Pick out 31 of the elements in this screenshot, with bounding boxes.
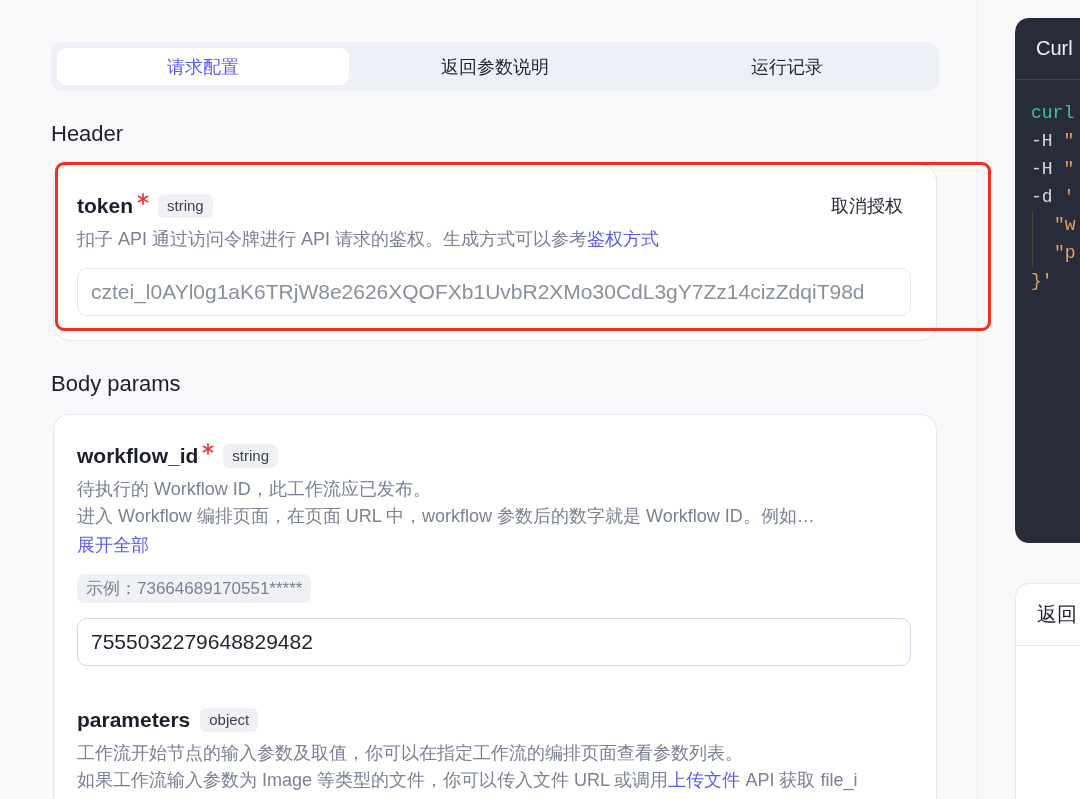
param-description: 工作流开始节点的输入参数及取值，你可以在指定工作流的编排页面查看参数列表。 — [77, 742, 743, 765]
param-name: token — [77, 193, 133, 219]
tab[interactable]: 请求配置 — [57, 48, 349, 85]
type-tag: object — [200, 708, 259, 732]
code-line: }' — [1031, 270, 1054, 293]
code-line: curl — [1031, 102, 1076, 125]
param-description: 扣子 API 通过访问令牌进行 API 请求的鉴权。生成方式可以参考鉴权方式 — [77, 228, 660, 251]
code-line: -d ' — [1031, 186, 1076, 209]
section-title: Header — [51, 122, 125, 146]
tab[interactable]: 返回参数说明 — [349, 48, 641, 85]
param-description: 如果工作流输入参数为 Image 等类型的文件，你可以传入文件 URL 或调用上传文件 API 获取 file_i — [77, 769, 858, 793]
code-line: -H " — [1031, 158, 1076, 181]
tab[interactable]: 运行记录 — [641, 48, 933, 85]
revoke-authorization-button[interactable]: 取消授权 — [831, 193, 903, 219]
section-title: Body params — [51, 372, 182, 396]
code-line: -H " — [1031, 130, 1076, 153]
code-line: "p — [1054, 242, 1077, 265]
param-description: 进入 Workflow 编排页面，在页面 URL 中，workflow 参数后的数字就是 Workflow ID。例如… — [77, 505, 815, 528]
expand-all-link[interactable]: 展开全部 — [77, 532, 149, 559]
param-description: 待执行的 Workflow ID，此工作流应已发布。 — [77, 478, 431, 501]
input-field[interactable]: 7555032279648829482 — [77, 618, 911, 666]
param-name: workflow_id — [77, 443, 199, 469]
panel-title: 返回 — [1036, 602, 1077, 627]
example-tag: 示例：73664689170551***** — [77, 574, 312, 603]
code-line: "w — [1054, 214, 1077, 237]
type-tag: string — [158, 194, 213, 218]
type-tag: string — [223, 444, 279, 468]
panel-title: Curl — [1035, 37, 1073, 60]
param-name: parameters — [77, 707, 191, 733]
description-link[interactable]: 鉴权方式 — [587, 229, 660, 249]
description-link[interactable]: 上传文件 — [668, 770, 741, 790]
